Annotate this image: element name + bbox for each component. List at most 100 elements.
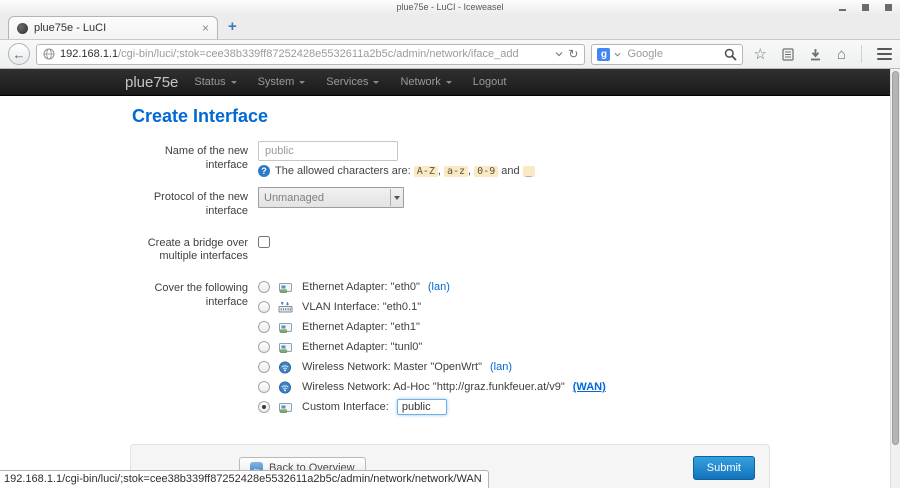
back-button[interactable]: ← xyxy=(8,43,30,65)
cover-options: Ethernet Adapter: "eth0" (lan) VLAN Inte… xyxy=(258,278,770,420)
ethernet-icon xyxy=(278,341,294,354)
google-icon: g xyxy=(597,48,610,61)
url-bar[interactable]: 192.168.1.1/cgi-bin/luci/;stok=cee38b339… xyxy=(36,44,585,65)
globe-icon xyxy=(43,48,55,60)
tab-title: plue75e - LuCI xyxy=(34,22,196,34)
tab-favicon-icon xyxy=(17,23,28,34)
nav-item-network[interactable]: Network xyxy=(400,76,451,88)
downloads-icon[interactable] xyxy=(809,48,822,61)
radio[interactable] xyxy=(258,401,270,413)
allowed-chars-text: The allowed characters are: A-Z, a-z, 0-… xyxy=(275,165,535,177)
tab-plue75e-luci[interactable]: plue75e - LuCI × xyxy=(8,16,218,39)
radio[interactable] xyxy=(258,301,270,313)
bridge-field-label: Create a bridge over multiple interfaces xyxy=(130,233,258,265)
radio[interactable] xyxy=(258,321,270,333)
wifi-icon xyxy=(278,381,294,394)
protocol-select-wrap: Unmanaged xyxy=(258,187,404,208)
option-link[interactable]: (lan) xyxy=(490,361,512,373)
nav-item-label: Network xyxy=(400,76,440,88)
submit-button[interactable]: Submit xyxy=(693,456,755,480)
vertical-scrollbar[interactable] xyxy=(890,69,900,488)
nav-item-label: System xyxy=(258,76,295,88)
bridge-checkbox[interactable] xyxy=(258,236,270,248)
page-viewport: plue75e Status System Services Network L… xyxy=(0,69,900,488)
interface-name-input[interactable] xyxy=(258,141,398,161)
option-text: VLAN Interface: "eth0.1" xyxy=(302,301,421,313)
toolbar-icons: ☆ ⌂ xyxy=(753,45,892,63)
new-tab-button[interactable]: + xyxy=(228,18,237,35)
toolbar-separator xyxy=(861,45,862,63)
option-text: Ethernet Adapter: "eth0" xyxy=(302,281,420,293)
radio[interactable] xyxy=(258,361,270,373)
luci-navbar: plue75e Status System Services Network L… xyxy=(0,69,890,96)
bookmark-star-icon[interactable]: ☆ xyxy=(753,47,766,62)
brand-plue75e[interactable]: plue75e xyxy=(125,74,178,91)
ethernet-icon xyxy=(278,401,294,414)
close-icon[interactable] xyxy=(885,4,892,11)
bookmarks-panel-icon[interactable] xyxy=(782,48,794,61)
cover-option-row: VLAN Interface: "eth0.1" xyxy=(258,300,770,314)
option-text: Wireless Network: Ad-Hoc "http://graz.fu… xyxy=(302,381,565,393)
url-text: 192.168.1.1/cgi-bin/luci/;stok=cee38b339… xyxy=(60,48,550,60)
page-title: Create Interface xyxy=(132,106,770,127)
form-row-bridge: Create a bridge over multiple interfaces xyxy=(130,233,770,265)
nav-item-status[interactable]: Status xyxy=(194,76,236,88)
cover-option-row: Ethernet Adapter: "eth0" (lan) xyxy=(258,280,770,294)
option-text: Wireless Network: Master "OpenWrt" xyxy=(302,361,482,373)
cover-option-row: Custom Interface: xyxy=(258,400,770,414)
url-host: 192.168.1.1 xyxy=(60,48,118,60)
cover-option-row: Ethernet Adapter: "tunl0" xyxy=(258,340,770,354)
nav-item-label: Logout xyxy=(473,76,507,88)
radio[interactable] xyxy=(258,381,270,393)
radio[interactable] xyxy=(258,281,270,293)
caret-down-icon xyxy=(446,81,452,84)
form-row-protocol: Protocol of the new interface Unmanaged xyxy=(130,187,770,219)
nav-item-label: Services xyxy=(326,76,368,88)
navbar-menu: Status System Services Network Logout xyxy=(194,76,527,88)
radio[interactable] xyxy=(258,341,270,353)
minimize-icon[interactable] xyxy=(839,9,846,11)
scrollbar-thumb[interactable] xyxy=(892,71,899,445)
search-icon[interactable] xyxy=(724,48,737,61)
allowed-chars-hint: ? The allowed characters are: A-Z, a-z, … xyxy=(258,165,770,177)
search-engine-dropdown-icon[interactable] xyxy=(614,51,621,58)
nav-item-services[interactable]: Services xyxy=(326,76,379,88)
option-text: Custom Interface: xyxy=(302,401,389,413)
allowed-chars-codes: A-Z, a-z, 0-9 and _ xyxy=(414,165,535,177)
protocol-select[interactable]: Unmanaged xyxy=(258,187,404,208)
window-controls xyxy=(839,4,892,11)
tab-bar: plue75e - LuCI × + xyxy=(0,15,900,39)
allowed-char-chip: 0-9 xyxy=(474,166,498,177)
nav-item-system[interactable]: System xyxy=(258,76,306,88)
url-path: /cgi-bin/luci/;stok=cee38b339ff87252428e… xyxy=(118,48,518,60)
window-titlebar: plue75e - LuCI - Iceweasel xyxy=(0,0,900,15)
caret-down-icon xyxy=(373,81,379,84)
tab-close-icon[interactable]: × xyxy=(202,22,209,34)
browser-window: plue75e - LuCI - Iceweasel plue75e - LuC… xyxy=(0,0,900,488)
menu-icon[interactable] xyxy=(877,48,892,61)
option-link[interactable]: (lan) xyxy=(428,281,450,293)
cover-field-label: Cover the following interface xyxy=(130,278,258,420)
home-icon[interactable]: ⌂ xyxy=(837,47,846,62)
nav-item-logout[interactable]: Logout xyxy=(473,76,507,88)
form-row-cover: Cover the following interface Ethernet A… xyxy=(130,278,770,420)
search-input[interactable] xyxy=(625,47,720,61)
reload-icon[interactable]: ↻ xyxy=(568,48,578,60)
nav-item-label: Status xyxy=(194,76,225,88)
option-text: Ethernet Adapter: "tunl0" xyxy=(302,341,422,353)
cover-option-row: Wireless Network: Master "OpenWrt" (lan) xyxy=(258,360,770,374)
caret-down-icon xyxy=(299,81,305,84)
name-field-label: Name of the new interface xyxy=(130,141,258,177)
window-title: plue75e - LuCI - Iceweasel xyxy=(396,2,503,12)
protocol-field-label: Protocol of the new interface xyxy=(130,187,258,219)
custom-interface-input[interactable] xyxy=(397,399,447,415)
browser-toolbar: ← 192.168.1.1/cgi-bin/luci/;stok=cee38b3… xyxy=(0,39,900,69)
back-arrow-icon: ← xyxy=(13,48,26,61)
search-bar[interactable]: g xyxy=(591,44,743,65)
url-dropdown-icon[interactable] xyxy=(555,50,563,58)
cover-option-row: Ethernet Adapter: "eth1" xyxy=(258,320,770,334)
maximize-icon[interactable] xyxy=(862,4,869,11)
option-link[interactable]: (WAN) xyxy=(573,381,606,393)
ethernet-icon xyxy=(278,281,294,294)
allowed-char-chip: A-Z xyxy=(414,166,438,177)
